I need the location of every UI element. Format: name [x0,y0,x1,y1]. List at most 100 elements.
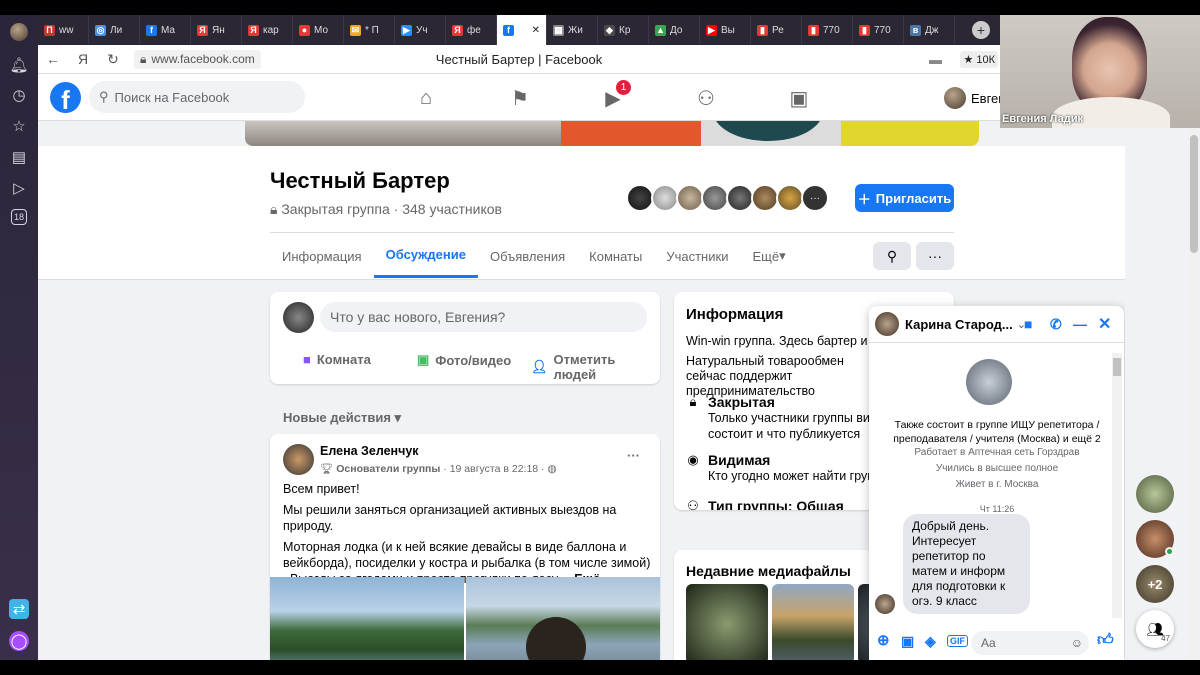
close-icon[interactable]: ✕ [1098,314,1111,334]
like-thumb-icon[interactable]: 👍︎ [1097,631,1114,650]
more-members-icon[interactable]: ··· [801,184,829,212]
profile-avatar[interactable] [10,23,28,41]
browser-tab[interactable]: ▶ Уч [395,15,446,45]
close-tab-icon[interactable]: ✕ [532,25,540,36]
chat-message-input[interactable]: Aa ☺ [971,631,1089,655]
history-icon[interactable]: ◷ [9,85,29,105]
chat-scrollbar[interactable] [1112,353,1122,618]
browser-tab[interactable]: ▮ 770 [853,15,904,45]
member-avatar[interactable] [626,184,654,212]
composer-input[interactable]: Что у вас нового, Евгения? [320,302,647,332]
nav-user[interactable]: Евген [944,87,1005,109]
group-tab[interactable]: Комнаты [577,234,654,278]
browser-tab[interactable]: Яфе [446,15,497,45]
sticker-icon[interactable]: ◈ [925,633,936,650]
yandex-icon[interactable]: Я [68,51,98,67]
browser-tab[interactable]: ▲ До [649,15,700,45]
browser-tab[interactable]: ◆ Кр [598,15,649,45]
group-tab[interactable]: Информация [270,234,374,278]
page-scrollbar[interactable] [1188,121,1200,660]
post-photo-2[interactable] [466,577,660,660]
chat-head-avatar[interactable] [1136,475,1174,513]
message-icon[interactable]: ▬ [929,52,942,67]
browser-tab[interactable]: ▶ Вы [700,15,751,45]
url-field[interactable]: 🔒︎ www.facebook.com [134,49,261,69]
post-author[interactable]: Елена Зеленчук [320,444,419,458]
chat-head-avatar[interactable] [1136,520,1174,558]
chat-profile-avatar[interactable] [966,359,1012,405]
post-photo-1[interactable] [270,577,464,660]
photo-action[interactable]: ▣ Фото/видео [417,352,511,368]
rating-badge[interactable]: ★ 10К [960,50,998,68]
media-thumb-1[interactable] [686,584,768,660]
play-icon[interactable]: ▷ [9,178,29,198]
browser-tab[interactable]: ▦ Жи [547,15,598,45]
facebook-logo-icon[interactable]: f [50,81,81,113]
tab-favicon-icon: ▮ [757,24,768,36]
home-icon[interactable]: ⌂ [414,86,438,110]
post-badge[interactable]: Основатели группы [336,463,440,475]
pages-flag-icon[interactable]: ⚑ [508,86,532,110]
member-avatar[interactable] [751,184,779,212]
group-tab[interactable]: Участники [654,234,740,278]
emoji-icon[interactable]: ☺ [1071,636,1083,650]
new-group-chat-button[interactable]: 👥︎ 47 [1136,610,1174,648]
group-tab[interactable]: Обсуждение [373,234,478,278]
browser-tab[interactable]: ● Мо [293,15,344,45]
member-avatar[interactable] [726,184,754,212]
media-title: Недавние медиафайлы [686,563,851,579]
browser-tab[interactable]: f Ma [140,15,191,45]
browser-tab[interactable]: Я Ян [191,15,242,45]
group-more-button[interactable]: ··· [916,242,954,270]
chat-contact-avatar[interactable] [875,312,899,336]
group-search-button[interactable]: ⚲ [873,242,911,270]
browser-tab[interactable]: Пww [38,15,89,45]
tag-people-action[interactable]: 👤︎ Отметить людей [531,352,660,382]
app-icon[interactable]: ⇄ [9,599,29,619]
post-line-1: Всем привет! [283,482,360,496]
chat-message[interactable]: Добрый день. Интересует репетитор по мат… [903,514,1030,614]
browser-tab[interactable]: ▮ 770 [802,15,853,45]
video-call-icon[interactable]: ■ [1024,316,1032,332]
age-18-icon[interactable]: 18 [11,209,27,225]
photo-icon[interactable]: ▣ [901,633,914,650]
gif-icon[interactable]: GIF [947,635,968,647]
post-body: Всем привет! Мы решили заняться организа… [283,481,653,587]
sort-dropdown[interactable]: Новые действия ▾ [283,410,401,426]
new-tab-button[interactable]: + [972,21,990,39]
tab-favicon-icon: f [146,24,157,36]
bell-icon[interactable]: 🔔︎ [9,55,29,75]
notes-icon[interactable]: ▤ [9,147,29,167]
minimize-icon[interactable]: — [1073,316,1087,332]
invite-button[interactable]: ＋ Пригласить [855,184,954,212]
facebook-search-input[interactable]: ⚲ Поиск на Facebook [89,81,305,113]
browser-tab[interactable]: f ✕ [497,15,547,45]
group-tab[interactable]: Ещё ▾ [740,234,797,278]
reload-icon[interactable]: ↻ [98,51,128,68]
member-avatar[interactable] [651,184,679,212]
phone-icon[interactable]: ✆ [1050,316,1062,333]
member-avatar[interactable] [701,184,729,212]
media-thumb-2[interactable] [772,584,854,660]
post-author-avatar[interactable] [283,444,314,475]
browser-tab[interactable]: ◎ Ли [89,15,140,45]
gaming-icon[interactable]: ▣ [787,86,811,110]
alice-icon[interactable]: ◯ [9,631,29,651]
chat-contact-name[interactable]: Карина Старод... [905,317,1013,332]
more-chats-button[interactable]: +2 [1136,565,1174,603]
member-avatar[interactable] [776,184,804,212]
post-menu-button[interactable]: ··· [627,448,640,463]
post-time[interactable]: · 19 августа в 22:18 · [443,463,544,475]
back-icon[interactable]: ← [38,51,68,67]
member-avatar[interactable] [676,184,704,212]
star-icon[interactable]: ☆ [9,116,29,136]
browser-tab[interactable]: ▮ Ре [751,15,802,45]
browser-tab[interactable]: ✉ * П [344,15,395,45]
browser-tab[interactable]: в Дж [904,15,955,45]
group-tab[interactable]: Объявления [478,234,577,278]
browser-tab[interactable]: Якар [242,15,293,45]
room-action[interactable]: ■ Комната [303,352,371,367]
plus-circle-icon[interactable]: ⊕ [877,631,890,649]
member-avatars[interactable]: ··· [626,184,829,212]
groups-icon[interactable]: ⚇ [694,86,718,110]
